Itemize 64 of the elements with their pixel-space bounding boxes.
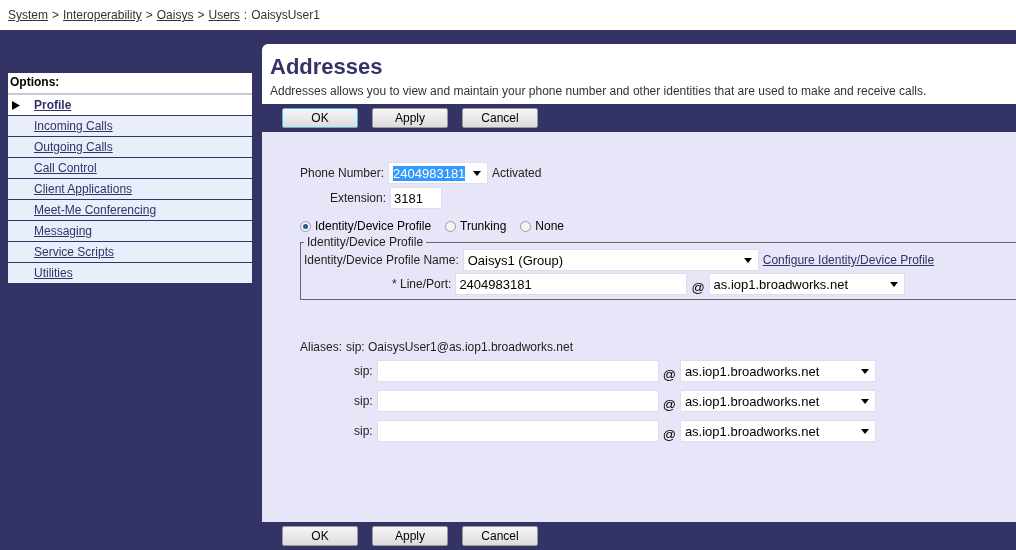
- alias-field[interactable]: [376, 390, 659, 412]
- action-button[interactable]: Apply: [372, 108, 448, 128]
- field-label: Identity/Device Profile Name:: [304, 253, 459, 267]
- page-description: Addresses allows you to view and maintain your phone number and other identities that are used to make and receive calls.: [270, 84, 928, 98]
- alias-field[interactable]: [376, 360, 659, 382]
- field-label: * Line/Port:: [392, 277, 452, 291]
- sidebar-item[interactable]: Outgoing Calls: [8, 137, 252, 158]
- action-button[interactable]: Cancel: [462, 526, 538, 546]
- sidebar-item[interactable]: Service Scripts: [8, 242, 252, 263]
- caret-icon: [860, 368, 869, 374]
- domain-select[interactable]: as.iop1.broadworks.net: [679, 360, 876, 382]
- extension-field[interactable]: 3181: [390, 187, 443, 209]
- at-sign: @: [691, 280, 705, 295]
- action-button[interactable]: OK: [282, 526, 358, 546]
- domain-select[interactable]: as.iop1.broadworks.net: [679, 390, 876, 412]
- radio-button[interactable]: [520, 220, 532, 232]
- page-title: Addresses: [270, 54, 384, 80]
- field-label: sip:: [354, 364, 373, 378]
- primary-alias: sip: OaisysUser1@as.iop1.broadworks.net: [346, 340, 573, 354]
- caret-icon: [889, 281, 898, 287]
- breadcrumb-link[interactable]: Users: [208, 8, 240, 22]
- breadcrumb-separator: >: [145, 8, 153, 22]
- profile-name-select[interactable]: Oaisys1 (Group): [462, 249, 759, 271]
- pointer-icon: [12, 101, 20, 110]
- sidebar-item[interactable]: Call Control: [8, 158, 252, 179]
- sidebar-item[interactable]: Utilities: [8, 263, 252, 283]
- breadcrumb-link[interactable]: Oaisys: [156, 8, 194, 22]
- at-sign: @: [662, 397, 676, 412]
- action-button[interactable]: Cancel: [462, 108, 538, 128]
- caret-icon: [743, 257, 752, 263]
- field-label: Extension:: [330, 191, 387, 205]
- field-label: Aliases:: [300, 340, 343, 354]
- sidebar-item[interactable]: Client Applications: [8, 179, 252, 200]
- alias-field[interactable]: [376, 420, 659, 442]
- breadcrumb-separator: >: [197, 8, 205, 22]
- group-legend: Identity/Device Profile: [304, 235, 427, 249]
- breadcrumb-current: OaisysUser1: [251, 8, 320, 22]
- radio-button[interactable]: [445, 220, 457, 232]
- field-label: Phone Number:: [300, 166, 385, 180]
- breadcrumb-link[interactable]: System: [8, 8, 48, 22]
- domain-select[interactable]: as.iop1.broadworks.net: [679, 420, 876, 442]
- at-sign: @: [662, 427, 676, 442]
- line-port-field[interactable]: 2404983181: [455, 273, 688, 295]
- domain-select[interactable]: as.iop1.broadworks.net: [708, 273, 905, 295]
- radio-option[interactable]: None: [520, 219, 564, 233]
- action-button[interactable]: OK: [282, 108, 358, 128]
- configure-link[interactable]: Configure Identity/Device Profile: [762, 253, 935, 267]
- radio-button[interactable]: [300, 220, 311, 232]
- radio-option[interactable]: Trunking: [445, 219, 507, 233]
- sidebar-item[interactable]: Incoming Calls: [8, 116, 252, 137]
- at-sign: @: [662, 367, 676, 382]
- caret-icon: [473, 170, 482, 176]
- breadcrumb-link[interactable]: Interoperability: [63, 8, 142, 22]
- field-label: sip:: [354, 394, 373, 408]
- action-button[interactable]: Apply: [372, 526, 448, 546]
- breadcrumb-separator: >: [52, 8, 60, 22]
- field-label: sip:: [354, 424, 373, 438]
- caret-icon: [860, 428, 869, 434]
- sidebar-item[interactable]: Meet-Me Conferencing: [8, 200, 252, 221]
- status-text: Activated: [492, 166, 542, 180]
- caret-icon: [860, 398, 869, 404]
- breadcrumb-separator: :: [243, 8, 248, 22]
- sidebar-item[interactable]: Messaging: [8, 221, 252, 242]
- radio-option[interactable]: Identity/Device Profile: [300, 219, 432, 233]
